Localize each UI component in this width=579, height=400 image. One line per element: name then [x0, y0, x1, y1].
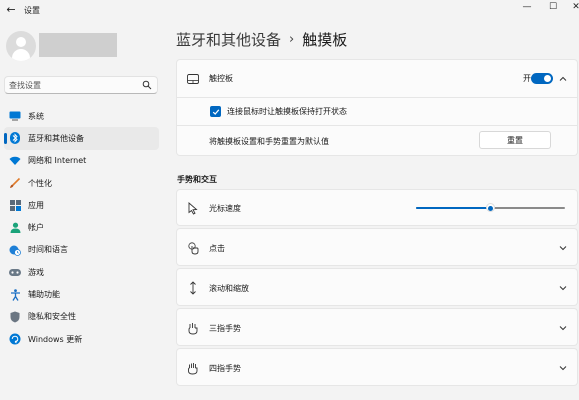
keep-on-with-mouse-row[interactable]: 连接鼠标时让触摸板保持打开状态 [176, 98, 578, 126]
sidebar-item-system[interactable]: 系统 [4, 105, 159, 127]
reset-row: 将触摸板设置和手势重置为默认值 重置 [176, 126, 578, 156]
sidebar-item-label: 隐私和安全性 [28, 312, 76, 322]
keep-on-checkbox[interactable] [210, 106, 221, 117]
back-button[interactable]: ← [4, 3, 18, 17]
page-title: 触摸板 [302, 31, 348, 49]
wifi-icon [9, 155, 21, 167]
expander-label: 滚动和缩放 [209, 284, 249, 293]
sidebar-item-gaming[interactable]: 游戏 [4, 261, 159, 283]
sidebar-item-label: 时间和语言 [28, 245, 68, 255]
avatar-body [12, 49, 30, 61]
expander-four-finger[interactable]: 四指手势 [176, 348, 578, 386]
gamepad-icon [9, 266, 21, 278]
touchpad-card[interactable]: 触控板 开 [176, 59, 578, 98]
account-icon [9, 222, 21, 234]
expander-scroll-zoom[interactable]: 滚动和缩放 [176, 268, 578, 306]
keep-on-label: 连接鼠标时让触摸板保持打开状态 [227, 107, 347, 116]
sidebar-item-label: Windows 更新 [28, 334, 83, 344]
sidebar-item-time-language[interactable]: 时间和语言 [4, 239, 159, 261]
section-title: 手势和交互 [177, 175, 217, 184]
profile-name-placeholder[interactable] [39, 33, 117, 57]
search-box[interactable] [4, 76, 158, 94]
close-button[interactable]: ✕ [563, 0, 579, 16]
search-icon[interactable] [142, 80, 152, 90]
avatar[interactable] [6, 31, 36, 61]
slider-fill [416, 207, 491, 209]
chevron-down-icon[interactable] [558, 323, 568, 333]
chevron-down-icon[interactable] [558, 243, 568, 253]
cursor-speed-label: 光标速度 [209, 204, 241, 213]
sidebar-item-privacy[interactable]: 隐私和安全性 [4, 306, 159, 328]
chevron-down-icon[interactable] [558, 283, 568, 293]
chevron-up-icon[interactable] [558, 74, 568, 84]
sidebar-item-apps[interactable]: 应用 [4, 194, 159, 216]
sidebar-item-bluetooth[interactable]: 蓝牙和其他设备 [4, 127, 159, 150]
expander-tap[interactable]: 点击 [176, 228, 578, 266]
cursor-speed-card: 光标速度 [176, 189, 578, 226]
slider-thumb[interactable] [485, 203, 495, 212]
sidebar-item-label: 个性化 [28, 178, 52, 188]
globe-clock-icon [9, 244, 21, 256]
touchpad-header-row[interactable]: 触控板 开 [177, 60, 577, 97]
title-bar: ← 设置 — ☐ ✕ [0, 0, 579, 22]
sidebar-item-label: 应用 [28, 200, 44, 210]
brush-icon [9, 177, 21, 189]
sidebar-item-label: 系统 [28, 111, 44, 121]
sidebar-nav: 系统 蓝牙和其他设备 网络和 Internet 个性化 应用 帐户 时间和语言 … [4, 105, 159, 350]
update-icon [9, 333, 21, 345]
cursor-speed-slider[interactable] [416, 203, 565, 213]
system-icon [9, 110, 21, 122]
sidebar-item-personalization[interactable]: 个性化 [4, 172, 159, 194]
three-finger-icon [186, 321, 200, 335]
touchpad-label: 触控板 [209, 74, 233, 83]
expander-label: 点击 [209, 244, 225, 253]
sidebar-item-network[interactable]: 网络和 Internet [4, 150, 159, 172]
touchpad-icon [186, 72, 200, 86]
expander-label: 三指手势 [209, 324, 241, 333]
sidebar-item-windows-update[interactable]: Windows 更新 [4, 328, 159, 350]
expander-label: 四指手势 [209, 364, 241, 373]
sidebar-item-label: 辅助功能 [28, 290, 60, 300]
four-finger-icon [186, 361, 200, 375]
checkmark-icon [212, 108, 219, 115]
apps-icon [9, 199, 21, 211]
scroll-icon [186, 281, 200, 295]
sidebar-item-accessibility[interactable]: 辅助功能 [4, 283, 159, 305]
bluetooth-icon [9, 132, 21, 145]
minimize-button[interactable]: — [514, 0, 540, 16]
accessibility-icon [9, 288, 21, 301]
sidebar-item-accounts[interactable]: 帐户 [4, 216, 159, 238]
tap-icon [186, 241, 200, 255]
chevron-down-icon[interactable] [558, 363, 568, 373]
breadcrumb-separator: › [289, 32, 295, 47]
search-input[interactable] [9, 79, 139, 91]
reset-description: 将触摸板设置和手势重置为默认值 [209, 137, 329, 146]
breadcrumb: 蓝牙和其他设备 › 触摸板 [176, 29, 347, 50]
sidebar-item-label: 蓝牙和其他设备 [28, 133, 84, 143]
reset-button[interactable]: 重置 [479, 131, 551, 149]
shield-icon [9, 311, 21, 323]
sidebar-item-label: 网络和 Internet [28, 156, 87, 166]
app-title: 设置 [24, 6, 40, 15]
sidebar-item-label: 帐户 [28, 223, 44, 233]
expander-three-finger[interactable]: 三指手势 [176, 308, 578, 346]
cursor-icon [186, 201, 200, 215]
toggle-knob [544, 75, 551, 82]
toggle-state-text: 开 [523, 74, 531, 83]
avatar-head [16, 37, 26, 47]
touchpad-toggle[interactable] [531, 73, 553, 84]
breadcrumb-parent[interactable]: 蓝牙和其他设备 [176, 29, 281, 50]
sidebar-item-label: 游戏 [28, 267, 44, 277]
